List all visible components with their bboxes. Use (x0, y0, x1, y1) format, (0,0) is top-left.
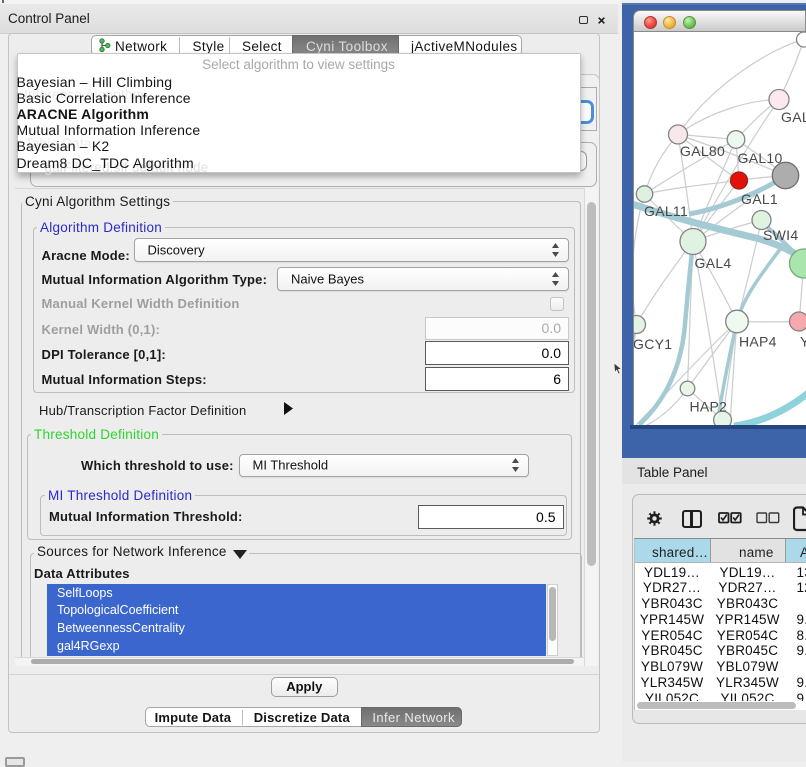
svg-text:HAP4: HAP4 (739, 333, 777, 349)
svg-text:GAL80: GAL80 (680, 143, 725, 159)
svg-text:GAL4: GAL4 (695, 255, 732, 271)
svg-text:HAP2: HAP2 (690, 398, 728, 414)
svg-text:GCY1: GCY1 (634, 336, 672, 352)
svg-text:GAL2: GAL2 (781, 109, 806, 125)
svg-text:SWI4: SWI4 (763, 227, 798, 243)
svg-text:GAL1: GAL1 (741, 191, 778, 207)
svg-text:GAL11: GAL11 (644, 203, 688, 219)
svg-text:YE: YE (800, 333, 806, 349)
svg-text:GAL10: GAL10 (738, 150, 783, 166)
